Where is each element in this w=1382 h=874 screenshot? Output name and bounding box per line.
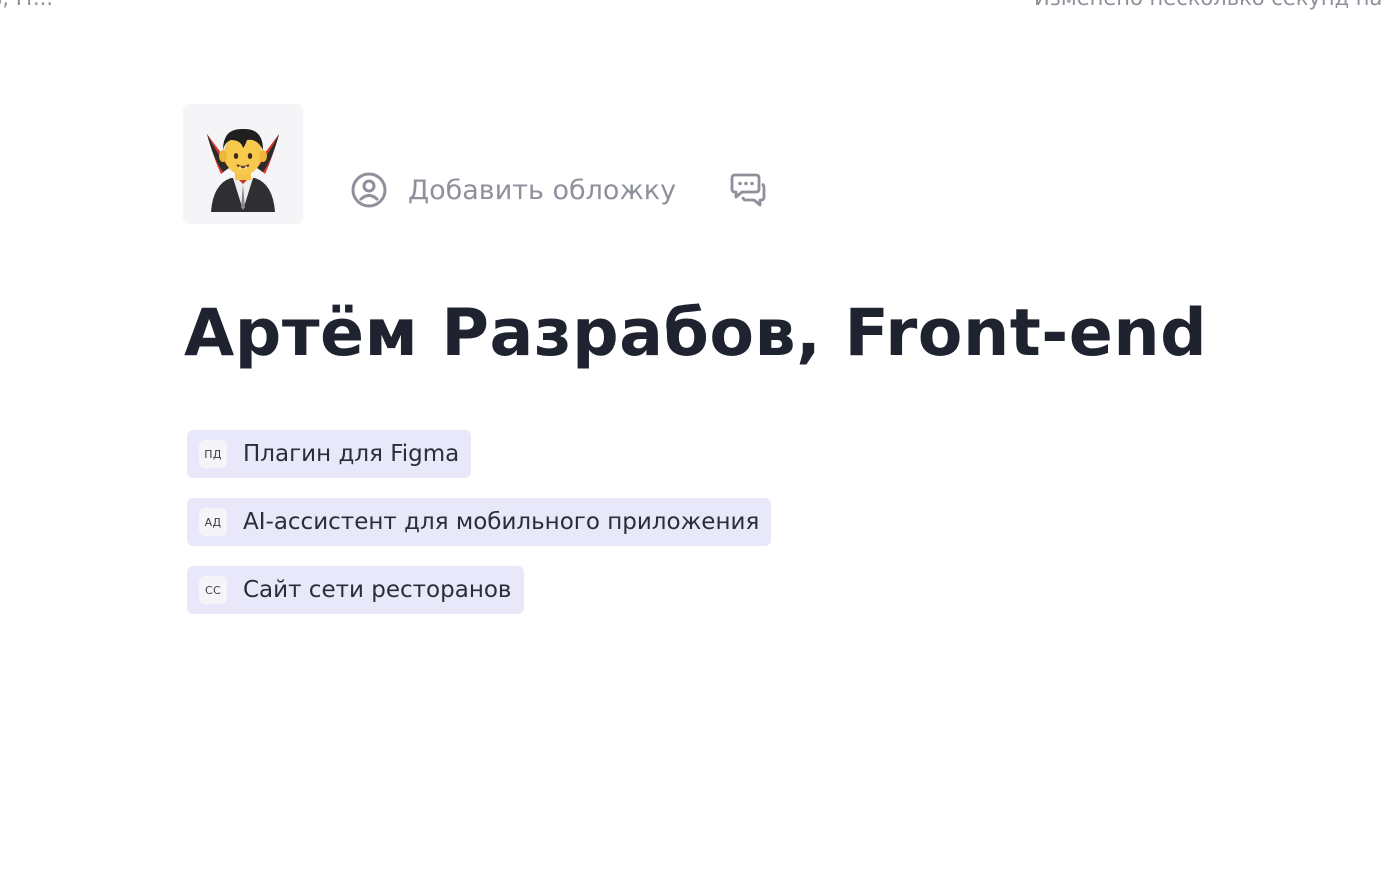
vampire-emoji-icon	[207, 128, 279, 212]
linked-page-chip[interactable]: АД AI-ассистент для мобильного приложени…	[187, 498, 772, 546]
page-title[interactable]: Артём Разрабов, Front-end	[184, 290, 1207, 378]
linked-page-label: AI-ассистент для мобильного приложения	[243, 509, 760, 535]
add-cover-button[interactable]: Добавить обложку	[350, 170, 676, 210]
linked-pages-list: ПД Плагин для Figma АД AI-ассистент для …	[187, 430, 772, 634]
page-initials-badge: СС	[199, 576, 227, 604]
linked-page-chip[interactable]: СС Сайт сети ресторанов	[187, 566, 524, 614]
linked-page-label: Плагин для Figma	[243, 441, 460, 467]
page-initials-badge: АД	[199, 508, 227, 536]
last-edited-status: Изменено несколько секунд назад	[1034, 0, 1382, 10]
page-icon-button[interactable]	[183, 104, 303, 224]
comments-button[interactable]	[728, 172, 766, 208]
linked-page-label: Сайт сети ресторанов	[243, 577, 512, 603]
linked-page-chip[interactable]: ПД Плагин для Figma	[187, 430, 472, 478]
top-bar: в, Fr... Изменено несколько секунд назад	[0, 0, 1382, 14]
page-initials-badge: ПД	[199, 440, 227, 468]
breadcrumb[interactable]: в, Fr...	[0, 0, 53, 10]
image-cover-icon	[351, 172, 387, 208]
add-cover-label: Добавить обложку	[408, 174, 677, 206]
chat-bubbles-icon	[730, 173, 766, 207]
